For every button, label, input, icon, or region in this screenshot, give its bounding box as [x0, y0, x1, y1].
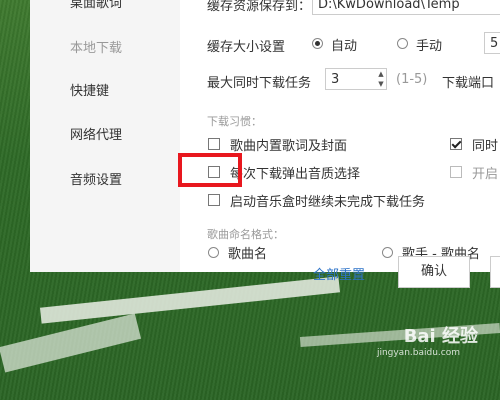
naming-song-radio[interactable]	[208, 247, 219, 258]
sidebar-item-audio[interactable]: 音频设置	[70, 169, 122, 188]
download-habits-title: 下载习惯：	[207, 115, 262, 128]
download-port-label: 下载端口	[442, 76, 495, 91]
auto-label: 自动	[331, 39, 358, 54]
max-download-stepper[interactable]: 3 ▲ ▼	[325, 68, 387, 90]
resume-tasks-label: 启动音乐盒时继续未完成下载任务	[230, 195, 426, 210]
enable-label: 开启	[472, 167, 499, 182]
baidu-watermark: Bai 经验	[404, 322, 478, 348]
manual-size-input[interactable]: 5	[484, 32, 500, 54]
resume-tasks-checkbox[interactable]	[208, 194, 220, 206]
naming-song-label: 歌曲名	[228, 247, 268, 262]
sidebar-item-desktop-lyrics[interactable]: 桌面歌词	[70, 0, 122, 11]
watermark-brand: Bai 经验	[403, 326, 478, 347]
manual-label: 手动	[416, 39, 443, 54]
settings-content: 缓存资源保存到： D:\KwDownload\Temp 缓存大小设置 自动 手动…	[180, 0, 500, 288]
cache-path-label: 缓存资源保存到：	[207, 0, 312, 14]
field-line	[0, 313, 142, 373]
lyrics-cover-label: 歌曲内置歌词及封面	[230, 139, 348, 154]
quality-popup-label: 每次下载弹出音质选择	[230, 167, 361, 182]
naming-artist-song-radio[interactable]	[382, 247, 393, 258]
max-download-value: 3	[331, 72, 340, 87]
auto-radio[interactable]	[312, 38, 323, 49]
cancel-button[interactable]	[490, 256, 500, 288]
max-download-label: 最大同时下载任务	[207, 76, 312, 91]
watermark-url: jingyan.baidu.com	[376, 348, 460, 358]
sidebar-item-shortcuts[interactable]: 快捷键	[70, 80, 109, 99]
manual-radio[interactable]	[397, 38, 408, 49]
cache-size-label: 缓存大小设置	[207, 40, 286, 55]
enable-checkbox[interactable]	[450, 166, 462, 178]
sidebar-item-local-download[interactable]: 本地下载	[70, 37, 122, 56]
cache-path-input[interactable]: D:\KwDownload\Temp	[312, 0, 500, 15]
naming-format-title: 歌曲命名格式：	[207, 228, 284, 241]
simultaneous-checkbox[interactable]	[450, 138, 462, 150]
sidebar-item-proxy[interactable]: 网络代理	[70, 124, 122, 143]
highlight-box	[178, 153, 242, 187]
settings-dialog: 桌面歌词 本地下载 快捷键 网络代理 音频设置 缓存资源保存到： D:\KwDo…	[30, 0, 500, 288]
stepper-arrows-icon[interactable]: ▲ ▼	[376, 69, 386, 89]
field-line	[39, 276, 341, 324]
lyrics-cover-checkbox[interactable]	[208, 138, 220, 150]
reset-all-link[interactable]: 全部重置	[313, 264, 365, 283]
confirm-button[interactable]: 确认	[398, 256, 470, 288]
settings-sidebar: 桌面歌词 本地下载 快捷键 网络代理 音频设置	[30, 0, 180, 272]
simultaneous-label: 同时	[472, 139, 499, 154]
max-download-range: (1-5)	[396, 72, 428, 87]
